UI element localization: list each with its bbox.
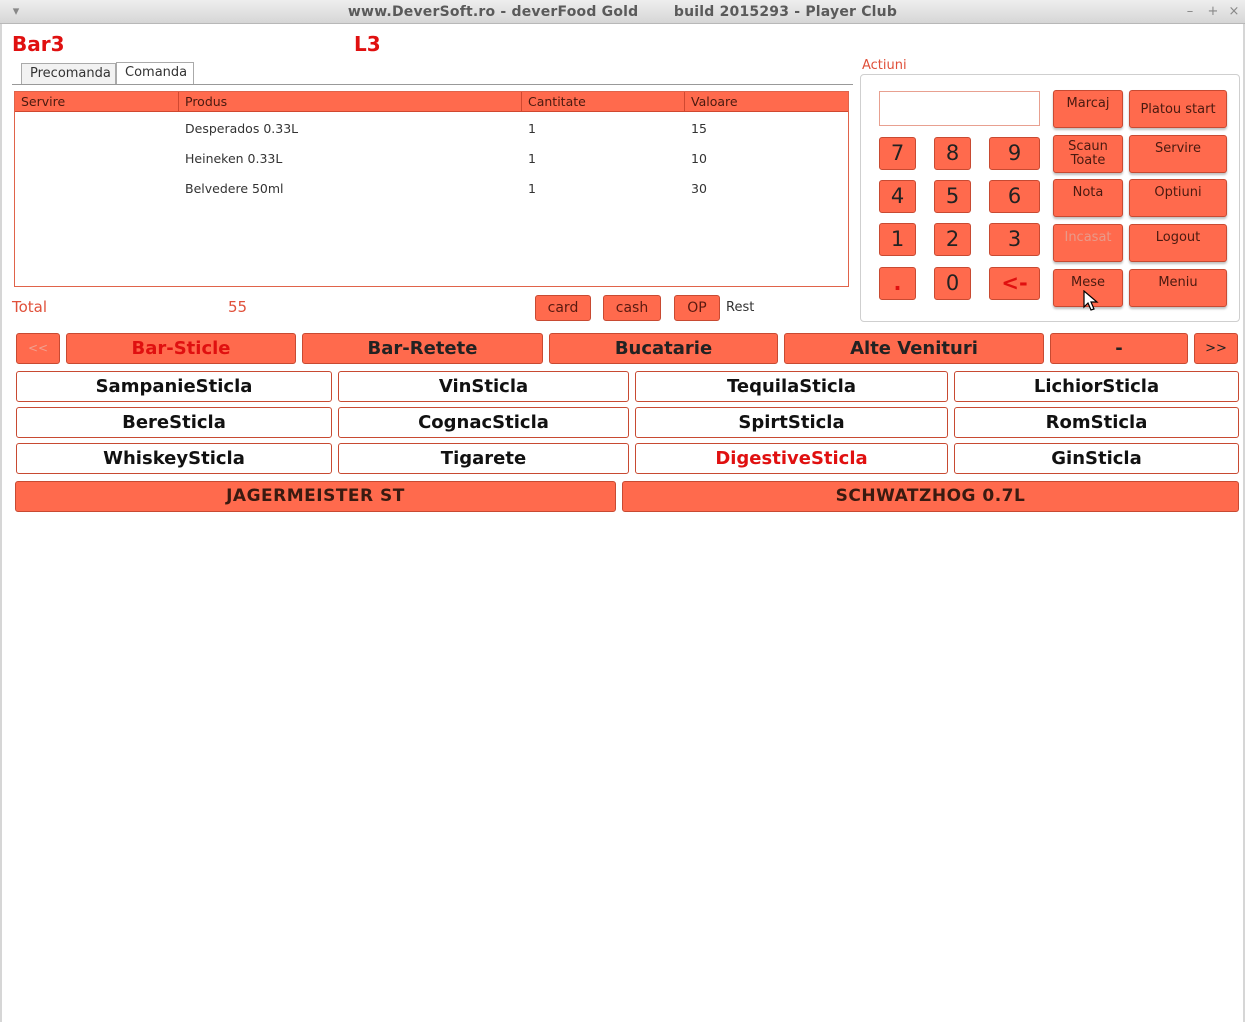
table-cell-cantitate[interactable]: 1 bbox=[522, 179, 685, 199]
table-cell-servire[interactable] bbox=[15, 179, 179, 199]
keypad-0-button[interactable]: 0 bbox=[934, 267, 971, 300]
close-icon[interactable]: × bbox=[1226, 0, 1242, 24]
keypad-6-button[interactable]: 6 bbox=[989, 180, 1040, 213]
table-cell-produs[interactable]: Desperados 0.33L bbox=[179, 119, 522, 139]
keypad-8-button[interactable]: 8 bbox=[934, 137, 971, 170]
table-header: Servire Produs Cantitate Valoare bbox=[15, 92, 848, 112]
category-bar-sticle[interactable]: Bar-Sticle bbox=[66, 333, 296, 364]
subcategory-ginsticla[interactable]: GinSticla bbox=[954, 443, 1239, 474]
product-schwatzhog-button[interactable]: SCHWATZHOG 0.7L bbox=[622, 481, 1239, 512]
category-next-button[interactable]: >> bbox=[1194, 333, 1238, 364]
tab-precomanda[interactable]: Precomanda bbox=[21, 63, 116, 85]
incasat-button[interactable]: Incasat bbox=[1053, 224, 1123, 262]
column-header-produs[interactable]: Produs bbox=[179, 92, 522, 112]
subcategory-tigarete[interactable]: Tigarete bbox=[338, 443, 629, 474]
total-value: 55 bbox=[228, 298, 248, 316]
keypad-3-button[interactable]: 3 bbox=[989, 223, 1040, 256]
product-jagermeister-button[interactable]: JAGERMEISTER ST bbox=[15, 481, 616, 512]
keypad-4-button[interactable]: 4 bbox=[879, 180, 916, 213]
subcategory-vinsticla[interactable]: VinSticla bbox=[338, 371, 629, 402]
category-bucatarie[interactable]: Bucatarie bbox=[549, 333, 778, 364]
scaun-toate-button[interactable]: Scaun Toate bbox=[1053, 135, 1123, 173]
logout-button[interactable]: Logout bbox=[1129, 224, 1227, 262]
subcategory-cognacsticla[interactable]: CognacSticla bbox=[338, 407, 629, 438]
category-bar-retete[interactable]: Bar-Retete bbox=[302, 333, 543, 364]
servire-button[interactable]: Servire bbox=[1129, 135, 1227, 173]
keypad-decimal-button[interactable]: . bbox=[879, 267, 916, 300]
subcategory-digestivesticla[interactable]: DigestiveSticla bbox=[635, 443, 948, 474]
card-button[interactable]: card bbox=[535, 295, 591, 321]
column-header-servire[interactable]: Servire bbox=[15, 92, 179, 112]
minimize-icon[interactable]: – bbox=[1182, 0, 1198, 24]
total-label: Total bbox=[12, 298, 48, 316]
mouse-cursor-icon bbox=[1083, 290, 1099, 311]
tab-divider bbox=[12, 84, 853, 85]
table-label: L3 bbox=[354, 32, 381, 56]
meniu-button[interactable]: Meniu bbox=[1129, 269, 1227, 307]
table-cell-servire[interactable] bbox=[15, 149, 179, 169]
rest-label: Rest bbox=[726, 300, 755, 315]
table-cell-valoare[interactable]: 15 bbox=[685, 119, 848, 139]
maximize-icon[interactable]: + bbox=[1205, 0, 1221, 24]
category-alte-venituri[interactable]: Alte Venituri bbox=[784, 333, 1044, 364]
category-prev-button[interactable]: << bbox=[16, 333, 60, 364]
keypad-1-button[interactable]: 1 bbox=[879, 223, 916, 256]
window-border-left bbox=[0, 24, 2, 1022]
column-header-cantitate[interactable]: Cantitate bbox=[522, 92, 685, 112]
column-header-valoare[interactable]: Valoare bbox=[685, 92, 848, 112]
subcategory-beresticla[interactable]: BereSticla bbox=[16, 407, 332, 438]
subcategory-spirtsticla[interactable]: SpirtSticla bbox=[635, 407, 948, 438]
platou-start-button[interactable]: Platou start bbox=[1129, 90, 1227, 128]
keypad-9-button[interactable]: 9 bbox=[989, 137, 1040, 170]
subcategory-whiskeysticla[interactable]: WhiskeySticla bbox=[16, 443, 332, 474]
keypad-2-button[interactable]: 2 bbox=[934, 223, 971, 256]
actions-title: Actiuni bbox=[862, 58, 907, 73]
marcaj-button[interactable]: Marcaj bbox=[1053, 90, 1123, 128]
subcategory-sampaniesticla[interactable]: SampanieSticla bbox=[16, 371, 332, 402]
subcategory-lichiorsticla[interactable]: LichiorSticla bbox=[954, 371, 1239, 402]
location-label: Bar3 bbox=[12, 32, 65, 56]
order-table[interactable]: Servire Produs Cantitate Valoare Despera… bbox=[14, 91, 849, 287]
table-cell-cantitate[interactable]: 1 bbox=[522, 149, 685, 169]
table-cell-valoare[interactable]: 30 bbox=[685, 179, 848, 199]
keypad-5-button[interactable]: 5 bbox=[934, 180, 971, 213]
table-cell-produs[interactable]: Heineken 0.33L bbox=[179, 149, 522, 169]
tab-comanda[interactable]: Comanda bbox=[116, 62, 194, 85]
table-cell-cantitate[interactable]: 1 bbox=[522, 119, 685, 139]
table-cell-servire[interactable] bbox=[15, 119, 179, 139]
window-title: www.DeverSoft.ro - deverFood Gold build … bbox=[347, 4, 898, 20]
op-button[interactable]: OP bbox=[674, 295, 720, 321]
nota-button[interactable]: Nota bbox=[1053, 179, 1123, 217]
optiuni-button[interactable]: Optiuni bbox=[1129, 179, 1227, 217]
cash-button[interactable]: cash bbox=[603, 295, 661, 321]
keypad-7-button[interactable]: 7 bbox=[879, 137, 916, 170]
subcategory-tequilasticla[interactable]: TequilaSticla bbox=[635, 371, 948, 402]
table-cell-produs[interactable]: Belvedere 50ml bbox=[179, 179, 522, 199]
numeric-input[interactable] bbox=[879, 91, 1040, 126]
category-dash[interactable]: - bbox=[1050, 333, 1188, 364]
subcategory-romsticla[interactable]: RomSticla bbox=[954, 407, 1239, 438]
table-cell-valoare[interactable]: 10 bbox=[685, 149, 848, 169]
keypad-backspace-button[interactable]: <- bbox=[989, 267, 1040, 300]
